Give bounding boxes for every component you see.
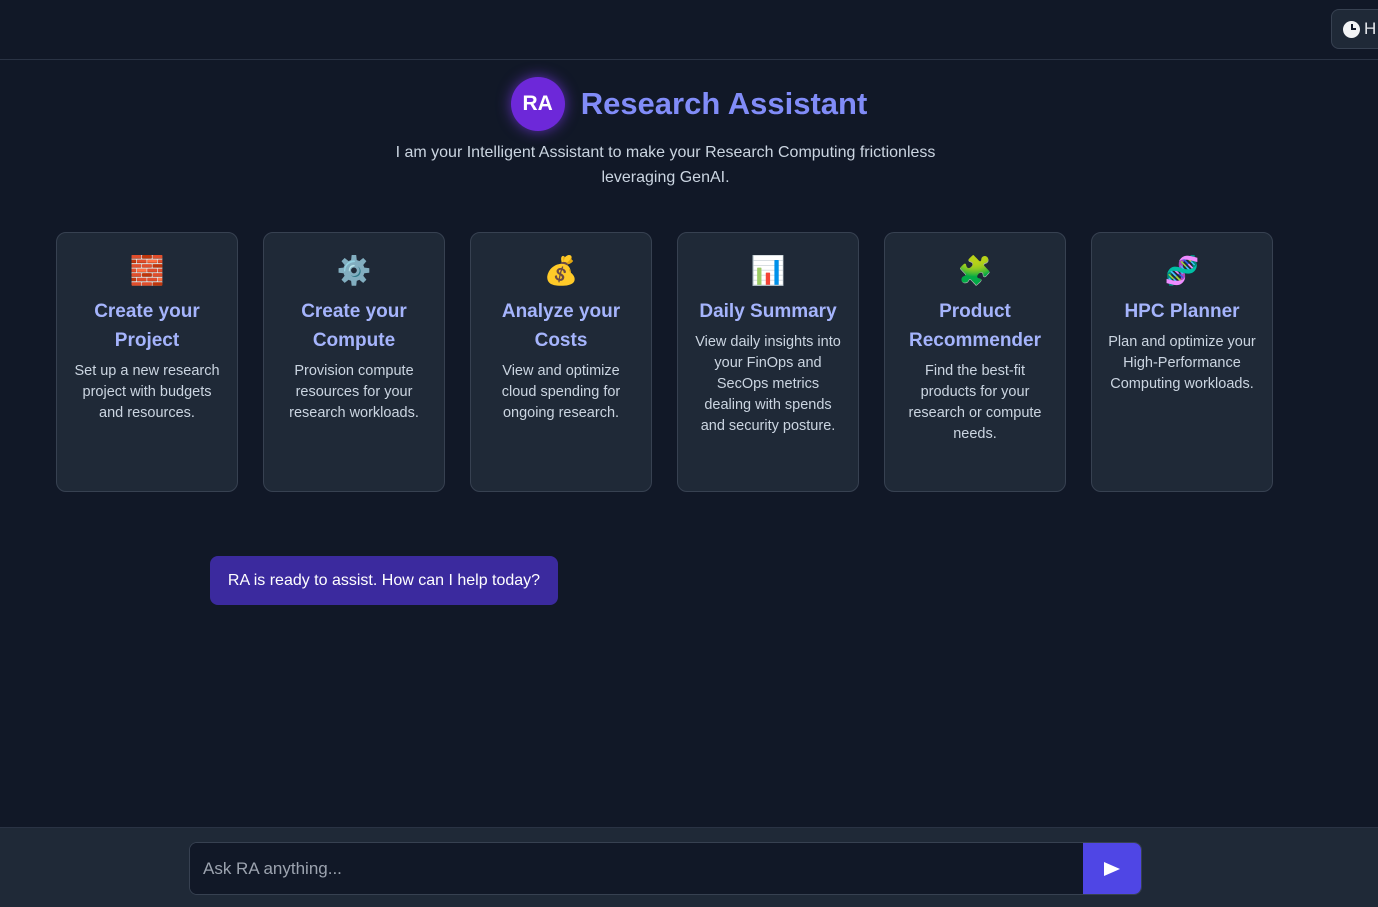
send-button[interactable] bbox=[1083, 843, 1141, 894]
card-create-compute[interactable]: ⚙️ Create your Compute Provision compute… bbox=[263, 232, 445, 492]
card-title: Daily Summary bbox=[699, 301, 837, 322]
chat-input[interactable] bbox=[190, 843, 1083, 894]
avatar: RA bbox=[510, 77, 565, 131]
card-hpc-planner[interactable]: 🧬 HPC Planner Plan and optimize your Hig… bbox=[1091, 232, 1273, 492]
card-description: View and optimize cloud spending for ong… bbox=[501, 363, 621, 421]
assistant-message-bubble: RA is ready to assist. How can I help to… bbox=[210, 556, 558, 605]
bar-chart-icon: 📊 bbox=[750, 254, 786, 287]
chat-input-container bbox=[189, 842, 1142, 895]
clock-icon bbox=[1343, 20, 1360, 38]
card-description: Find the best-fit products for your rese… bbox=[908, 363, 1042, 442]
chat-footer bbox=[0, 827, 1378, 907]
card-description: View daily insights into your FinOps and… bbox=[695, 334, 841, 434]
card-daily-summary[interactable]: 📊 Daily Summary View daily insights into… bbox=[677, 232, 859, 492]
gear-icon: ⚙️ bbox=[336, 254, 372, 287]
card-product-recommender[interactable]: 🧩 Product Recommender Find the best-fit … bbox=[884, 232, 1066, 492]
history-button[interactable]: H bbox=[1331, 9, 1378, 49]
money-bag-icon: 💰 bbox=[543, 254, 579, 287]
puzzle-icon: 🧩 bbox=[957, 254, 993, 287]
card-title: Create your Compute bbox=[301, 301, 407, 351]
card-create-project[interactable]: 🧱 Create your Project Set up a new resea… bbox=[56, 232, 238, 492]
subtitle: I am your Intelligent Assistant to make … bbox=[0, 140, 1331, 190]
send-arrow-icon bbox=[1104, 861, 1120, 876]
card-title: Product Recommender bbox=[909, 301, 1041, 351]
page-title: Research Assistant bbox=[580, 86, 868, 121]
top-bar: H bbox=[0, 0, 1378, 60]
card-title: Create your Project bbox=[94, 301, 200, 351]
feature-cards: 🧱 Create your Project Set up a new resea… bbox=[56, 232, 1273, 492]
bricks-icon: 🧱 bbox=[129, 254, 165, 287]
card-title: HPC Planner bbox=[1124, 301, 1240, 322]
card-title: Analyze your Costs bbox=[501, 301, 621, 351]
subtitle-line-1: I am your Intelligent Assistant to make … bbox=[395, 144, 936, 161]
subtitle-line-2: leveraging GenAI. bbox=[601, 169, 730, 186]
assistant-header: RA Research Assistant bbox=[0, 77, 1378, 131]
card-analyze-costs[interactable]: 💰 Analyze your Costs View and optimize c… bbox=[470, 232, 652, 492]
card-description: Provision compute resources for your res… bbox=[289, 363, 419, 421]
card-description: Set up a new research project with budge… bbox=[74, 363, 220, 421]
history-button-label: H bbox=[1364, 19, 1377, 38]
dna-icon: 🧬 bbox=[1164, 254, 1200, 287]
card-description: Plan and optimize your High-Performance … bbox=[1108, 334, 1256, 392]
